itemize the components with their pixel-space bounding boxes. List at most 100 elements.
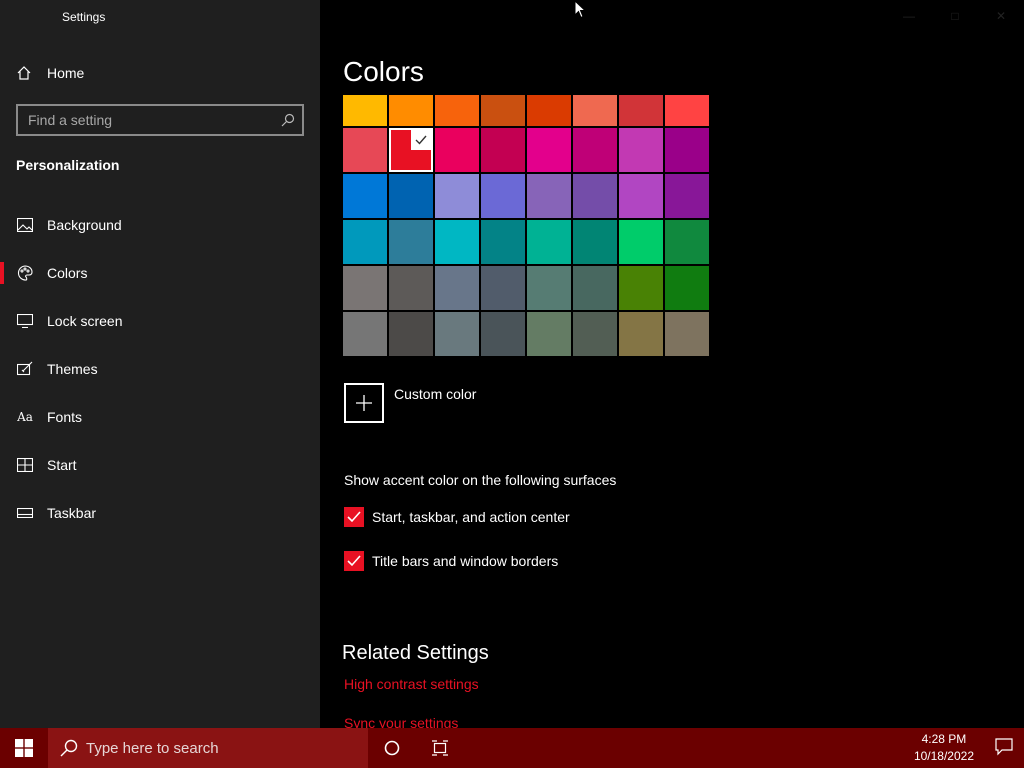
palette-icon xyxy=(16,264,34,282)
color-swatch[interactable] xyxy=(389,95,433,126)
section-heading: Personalization xyxy=(16,157,120,173)
checkbox-label: Title bars and window borders xyxy=(372,553,559,569)
taskbar-search[interactable] xyxy=(48,728,368,768)
color-swatch[interactable] xyxy=(343,128,387,172)
color-swatch[interactable] xyxy=(343,95,387,126)
sidebar-item-lock-screen[interactable]: Lock screen xyxy=(0,297,320,345)
color-swatch[interactable] xyxy=(435,95,479,126)
color-swatch[interactable] xyxy=(481,95,525,126)
color-swatch[interactable] xyxy=(619,174,663,218)
checkbox-label: Start, taskbar, and action center xyxy=(372,509,570,525)
color-swatch[interactable] xyxy=(343,266,387,310)
mouse-cursor-icon xyxy=(574,0,586,19)
color-swatch[interactable] xyxy=(573,312,617,356)
color-swatch[interactable] xyxy=(343,220,387,264)
cortana-button[interactable] xyxy=(368,728,416,768)
color-swatch[interactable] xyxy=(481,220,525,264)
sidebar-item-colors[interactable]: Colors xyxy=(0,249,320,297)
color-swatch[interactable] xyxy=(389,312,433,356)
color-swatch[interactable] xyxy=(619,266,663,310)
color-swatch[interactable] xyxy=(619,95,663,126)
themes-icon xyxy=(16,360,34,378)
color-swatch[interactable] xyxy=(573,266,617,310)
color-swatch[interactable] xyxy=(527,95,571,126)
sidebar-item-label: Themes xyxy=(47,361,98,377)
minimize-button[interactable]: — xyxy=(886,0,932,32)
color-swatch[interactable] xyxy=(619,312,663,356)
color-swatch[interactable] xyxy=(527,220,571,264)
window-controls: — □ ✕ xyxy=(886,0,1024,32)
accent-color-grid xyxy=(343,95,709,356)
home-icon xyxy=(17,66,31,80)
start-button[interactable] xyxy=(0,728,48,768)
sidebar-item-label: Background xyxy=(47,217,122,233)
custom-color-button[interactable]: Custom color xyxy=(344,383,476,423)
nav-home[interactable]: Home xyxy=(16,62,84,84)
color-swatch[interactable] xyxy=(389,128,433,172)
related-settings-title: Related Settings xyxy=(342,642,489,664)
cortana-icon xyxy=(384,740,400,756)
color-swatch[interactable] xyxy=(665,128,709,172)
color-swatch[interactable] xyxy=(389,174,433,218)
color-swatch[interactable] xyxy=(435,128,479,172)
color-swatch[interactable] xyxy=(389,266,433,310)
color-swatch[interactable] xyxy=(573,95,617,126)
color-swatch[interactable] xyxy=(389,220,433,264)
sidebar-item-start[interactable]: Start xyxy=(0,441,320,489)
color-swatch[interactable] xyxy=(527,312,571,356)
checkbox-start-taskbar[interactable]: Start, taskbar, and action center xyxy=(344,507,570,527)
color-swatch[interactable] xyxy=(619,220,663,264)
color-swatch[interactable] xyxy=(343,312,387,356)
sidebar-item-fonts[interactable]: Aa Fonts xyxy=(0,393,320,441)
home-label: Home xyxy=(47,65,85,81)
image-icon xyxy=(16,216,34,234)
sidebar-item-taskbar[interactable]: Taskbar xyxy=(0,489,320,537)
high-contrast-link[interactable]: High contrast settings xyxy=(344,676,479,692)
color-swatch[interactable] xyxy=(619,128,663,172)
sidebar-item-themes[interactable]: Themes xyxy=(0,345,320,393)
color-swatch[interactable] xyxy=(481,128,525,172)
color-swatch[interactable] xyxy=(435,312,479,356)
clock-time: 4:28 PM xyxy=(921,732,967,746)
system-clock[interactable]: 4:28 PM 10/18/2022 xyxy=(914,731,974,765)
sidebar-item-label: Lock screen xyxy=(47,313,123,329)
maximize-button[interactable]: □ xyxy=(932,0,978,32)
sidebar-item-background[interactable]: Background xyxy=(0,201,320,249)
color-swatch[interactable] xyxy=(527,266,571,310)
checkbox-checked-icon[interactable] xyxy=(344,551,364,571)
color-swatch[interactable] xyxy=(665,220,709,264)
custom-color-label: Custom color xyxy=(394,386,477,402)
settings-search[interactable] xyxy=(16,104,304,136)
color-swatch[interactable] xyxy=(573,220,617,264)
color-swatch[interactable] xyxy=(481,174,525,218)
task-view-icon xyxy=(432,740,448,756)
color-swatch[interactable] xyxy=(527,128,571,172)
color-swatch[interactable] xyxy=(343,174,387,218)
color-swatch[interactable] xyxy=(481,312,525,356)
lock-screen-icon xyxy=(16,312,34,330)
sidebar-item-label: Start xyxy=(47,457,77,473)
color-swatch[interactable] xyxy=(665,312,709,356)
settings-search-input[interactable] xyxy=(18,112,274,128)
search-icon[interactable] xyxy=(274,106,302,134)
taskbar-search-input[interactable] xyxy=(86,739,346,757)
color-swatch[interactable] xyxy=(527,174,571,218)
color-swatch[interactable] xyxy=(481,266,525,310)
checkbox-title-bars[interactable]: Title bars and window borders xyxy=(344,551,558,571)
color-swatch[interactable] xyxy=(573,128,617,172)
color-swatch[interactable] xyxy=(435,174,479,218)
close-button[interactable]: ✕ xyxy=(978,0,1024,32)
color-swatch[interactable] xyxy=(573,174,617,218)
task-view-button[interactable] xyxy=(416,728,464,768)
sidebar: Settings Home Personalization Background… xyxy=(0,0,320,728)
color-swatch[interactable] xyxy=(665,95,709,126)
color-swatch[interactable] xyxy=(435,220,479,264)
main-content: — □ ✕ Colors Custom color Show accent co… xyxy=(320,0,1024,731)
checkbox-checked-icon[interactable] xyxy=(344,507,364,527)
color-swatch[interactable] xyxy=(665,174,709,218)
search-icon xyxy=(60,739,78,757)
color-swatch[interactable] xyxy=(435,266,479,310)
color-swatch[interactable] xyxy=(665,266,709,310)
action-center-button[interactable] xyxy=(994,736,1014,761)
app-title: Settings xyxy=(62,10,106,24)
